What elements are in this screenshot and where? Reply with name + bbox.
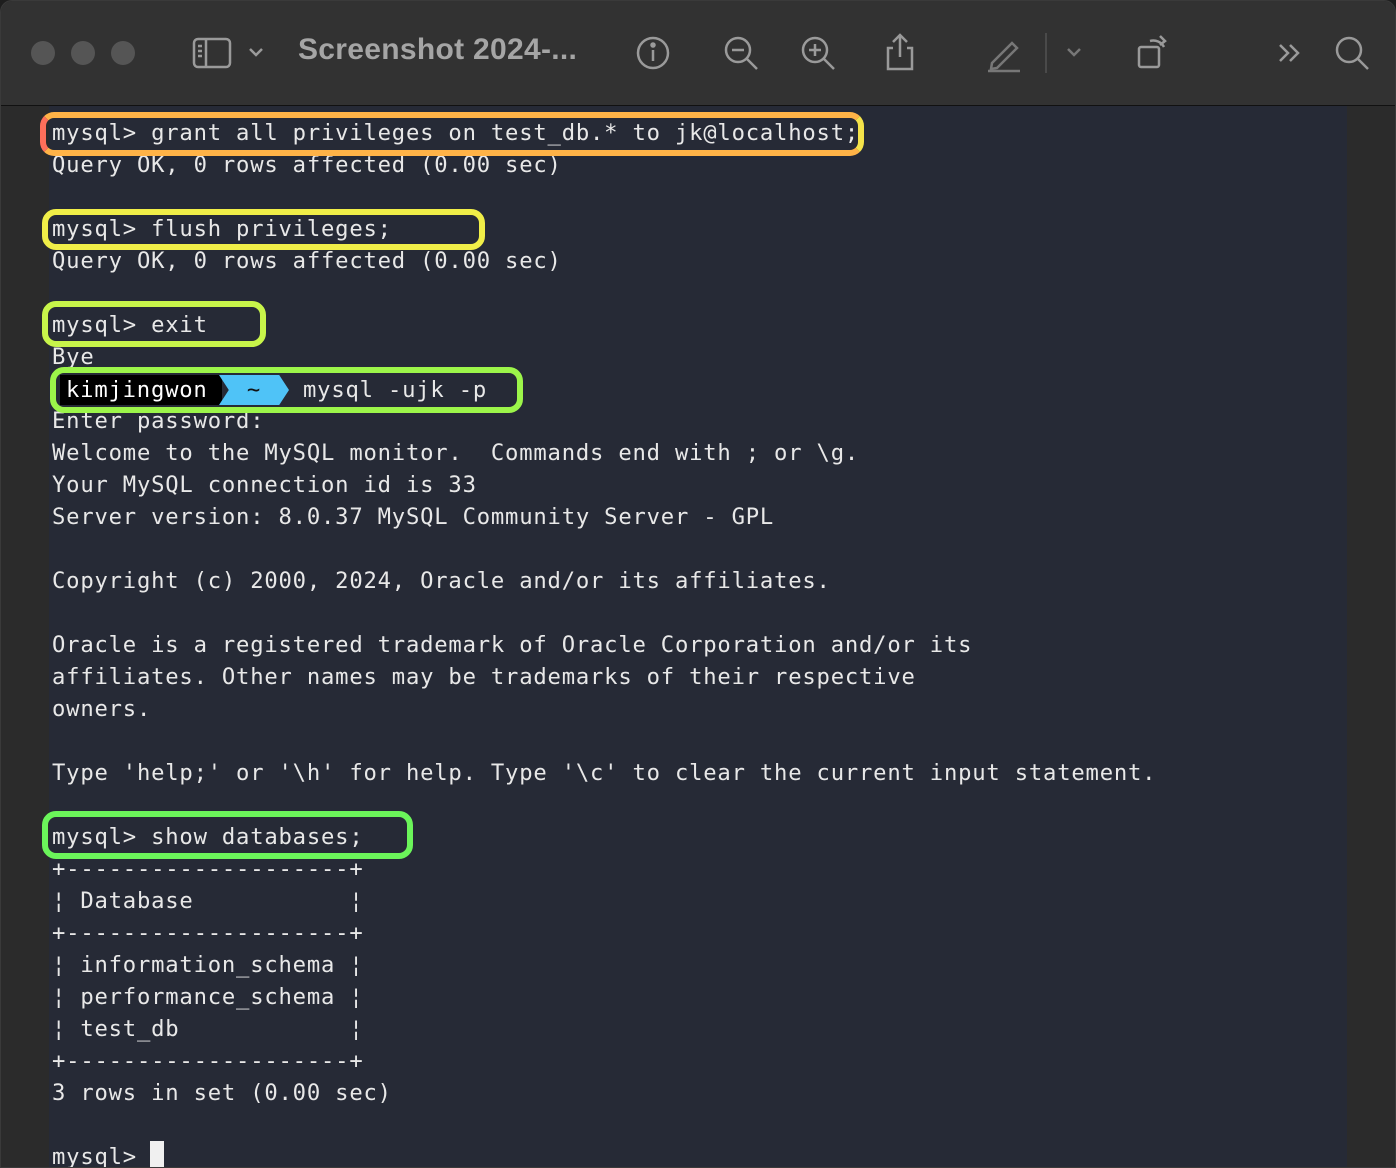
minimize-window-button[interactable] [71,41,95,65]
right-margin [1347,106,1395,1167]
terminal-line: owners. [52,696,152,722]
toolbar: Screenshot 2024-... [1,1,1395,106]
table-row: ¦ test_db ¦ [52,1016,364,1042]
window-title: Screenshot 2024-... [298,33,578,66]
rotate-icon[interactable] [1132,31,1176,75]
share-icon[interactable] [878,31,922,75]
table-header: ¦ Database ¦ [52,888,364,914]
terminal-line: Server version: 8.0.37 MySQL Community S… [52,504,775,530]
highlight-box [40,112,864,156]
zoom-in-icon[interactable] [796,31,840,75]
terminal-prompt: mysql> [52,1144,152,1168]
preview-window: Screenshot 2024-... mysql> grant all pri… [0,0,1396,1168]
chevron-down-icon[interactable] [1059,31,1089,75]
highlight-box [42,209,485,250]
table-row: ¦ information_schema ¦ [52,952,364,978]
toolbar-separator [1045,33,1047,73]
terminal-line: 3 rows in set (0.00 sec) [52,1080,392,1106]
more-icon[interactable] [1268,31,1312,75]
zoom-out-icon[interactable] [719,31,763,75]
left-margin [1,106,49,1167]
chevron-down-icon[interactable] [241,31,271,75]
highlight-box [42,301,266,347]
terminal-line: affiliates. Other names may be trademark… [52,664,916,690]
terminal-line: Your MySQL connection id is 33 [52,472,477,498]
sidebar-icon[interactable] [190,31,234,75]
table-row: ¦ performance_schema ¦ [52,984,364,1010]
table-border: +--------------------+ [52,920,364,946]
zoom-window-button[interactable] [111,41,135,65]
terminal-line: Oracle is a registered trademark of Orac… [52,632,973,658]
highlight-box [50,367,523,413]
search-icon[interactable] [1330,31,1374,75]
text-cursor [150,1141,164,1167]
terminal-line: Welcome to the MySQL monitor. Commands e… [52,440,860,466]
terminal-line: Type 'help;' or '\h' for help. Type '\c'… [52,760,1157,786]
close-window-button[interactable] [31,41,55,65]
highlight-box [42,811,413,859]
info-icon[interactable] [631,31,675,75]
table-border: +--------------------+ [52,1048,364,1074]
markup-pen-icon[interactable] [982,31,1026,75]
terminal-line: Copyright (c) 2000, 2024, Oracle and/or … [52,568,831,594]
